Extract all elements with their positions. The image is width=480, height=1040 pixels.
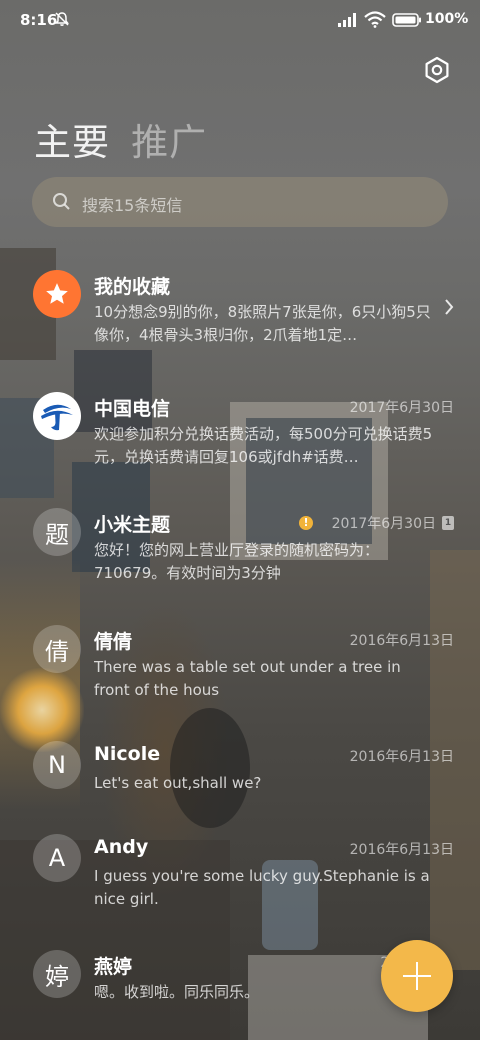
signal-icon	[338, 13, 356, 27]
avatar-initial: 倩	[33, 625, 81, 673]
message-date: 2017年6月30日	[331, 516, 436, 532]
message-preview: Let's eat out,shall we?	[94, 774, 262, 792]
message-date: 2016年6月13日	[349, 842, 454, 858]
avatar-initial: 题	[33, 508, 81, 556]
avatar-initial: N	[33, 741, 81, 789]
message-preview: 10分想念9别的你，8张照片7张是你，6只小狗5只像你，4根骨头3根归你，2爪着…	[94, 303, 431, 344]
contact-name: 燕婷	[94, 956, 133, 978]
avatar-initial: A	[33, 834, 81, 882]
conversation-row[interactable]: A Andy 2016年6月13日 I guess you're some lu…	[0, 834, 480, 944]
battery-percent: 100%	[425, 11, 469, 27]
conversation-row[interactable]: 倩 倩倩 2016年6月13日 There was a table set ou…	[0, 625, 480, 735]
conversation-row[interactable]: 中国电信 2017年6月30日 欢迎参加积分兑换话费活动，每500分可兑换话费5…	[0, 392, 480, 502]
warning-icon: !	[299, 516, 313, 530]
contact-name: Andy	[94, 836, 149, 858]
avatar-initial: 婷	[33, 950, 81, 998]
star-icon	[46, 283, 68, 304]
settings-gear-icon[interactable]	[423, 56, 451, 84]
message-preview: 您好！您的网上营业厅登录的随机密码为：710679。有效时间为3分钟	[94, 541, 380, 582]
conversation-row-favorites[interactable]: 我的收藏 10分想念9别的你，8张照片7张是你，6只小狗5只像你，4根骨头3根归…	[0, 270, 480, 380]
status-bar: 8:16 100%	[0, 0, 480, 40]
chevron-right-icon	[445, 299, 454, 315]
bell-muted-icon	[55, 12, 69, 26]
wifi-icon	[364, 11, 386, 28]
avatar-favorites	[33, 270, 81, 318]
search-icon	[53, 193, 70, 210]
status-time: 8:16	[20, 11, 58, 29]
search-placeholder: 搜索15条短信	[82, 196, 183, 215]
avatar-china-telecom	[33, 392, 81, 440]
category-tabs: 主要 推广	[34, 112, 223, 166]
contact-name: 小米主题	[94, 514, 171, 536]
conversation-row[interactable]: 题 小米主题 ! 2017年6月30日 1 您好！您的网上营业厅登录的随机密码为…	[0, 508, 480, 618]
message-date: 2016年6月13日	[349, 633, 454, 649]
plus-icon-vertical	[416, 962, 418, 990]
battery-icon	[392, 13, 421, 27]
contact-name: Nicole	[94, 743, 161, 765]
message-preview: I guess you're some lucky guy.Stephanie …	[94, 867, 430, 908]
message-date: 2017年6月30日	[349, 400, 454, 416]
contact-name: 倩倩	[94, 631, 133, 653]
sim-card-icon: 1	[442, 516, 454, 530]
contact-name: 我的收藏	[94, 276, 171, 298]
message-preview: 欢迎参加积分兑换话费活动，每500分可兑换话费5元，兑换话费请回复106或jfd…	[94, 425, 433, 466]
tab-promotions[interactable]: 推广	[131, 121, 207, 164]
new-message-button[interactable]	[381, 940, 453, 1012]
tab-primary[interactable]: 主要	[34, 121, 110, 164]
message-date: 2016年6月13日	[349, 749, 454, 765]
message-preview: There was a table set out under a tree i…	[94, 658, 401, 699]
search-bar[interactable]: 搜索15条短信	[32, 177, 448, 227]
china-telecom-logo-icon	[41, 404, 73, 431]
contact-name: 中国电信	[94, 398, 171, 420]
